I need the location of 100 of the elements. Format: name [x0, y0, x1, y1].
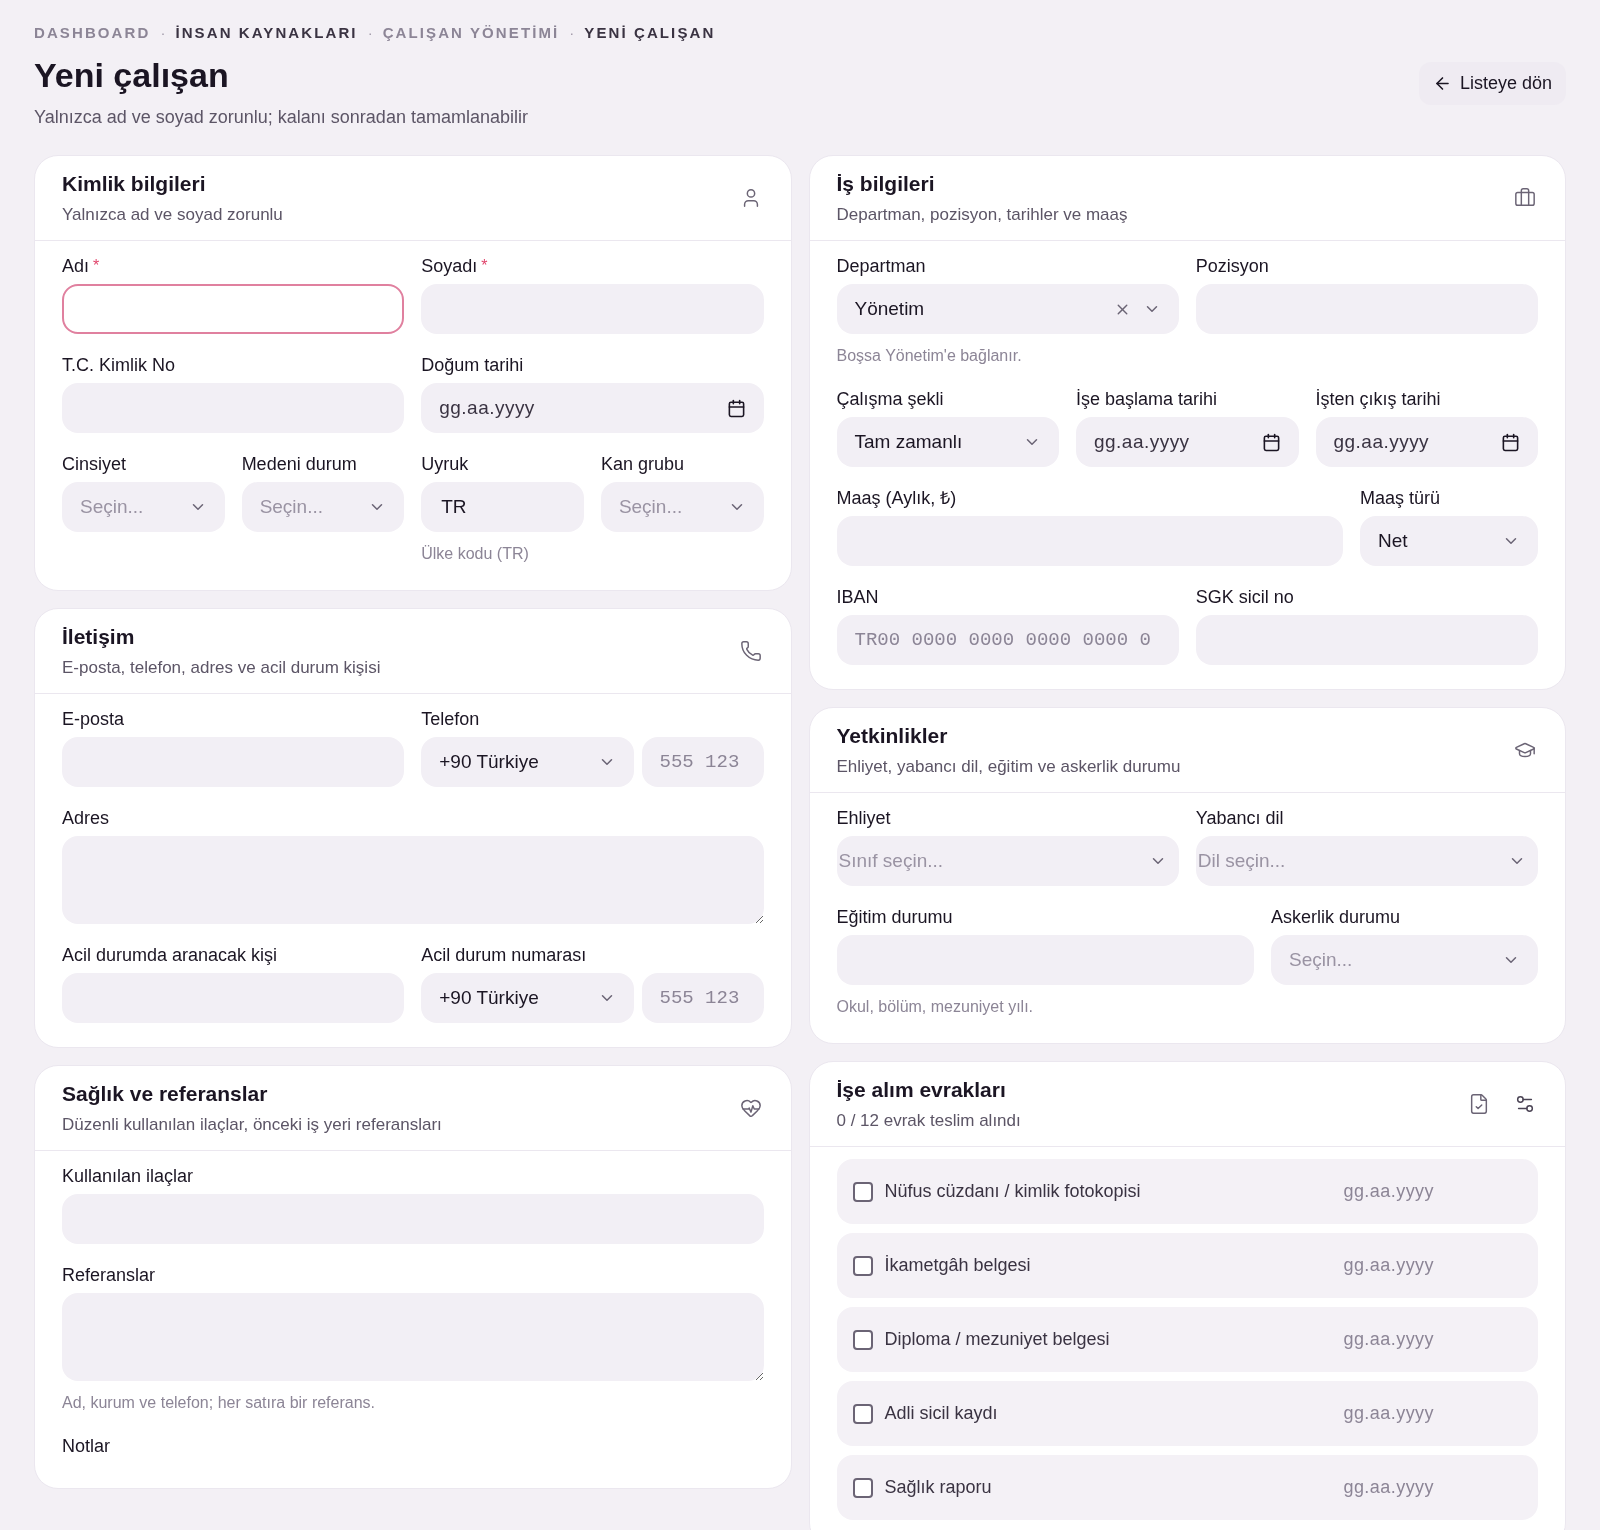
field-label: Departman [836, 254, 926, 278]
calendar-icon [1501, 432, 1520, 452]
field-label: Medeni durum [241, 452, 357, 476]
field-label: SGK sicil no [1195, 585, 1294, 609]
select-field[interactable]: Net [1360, 516, 1538, 566]
field-label: Çalışma şekli [836, 387, 944, 411]
select-field[interactable]: Seçin... [1271, 935, 1538, 985]
field-label: Adres [62, 806, 110, 830]
field-label: E-posta [62, 707, 125, 731]
breadcrumb-separator: · [160, 22, 166, 43]
calendar-icon [1261, 432, 1281, 452]
checkbox[interactable] [852, 1403, 873, 1424]
field-label: T.C. Kimlik No [62, 353, 175, 377]
select-field[interactable]: Tam zamanlı [836, 417, 1059, 467]
card-subtitle: Düzenli kullanılan ilaçlar, önceki iş yeri referansları [62, 1113, 442, 1136]
select-field[interactable]: Seçin... [62, 482, 225, 532]
select-field[interactable]: Sınıf seçin... [836, 836, 1179, 886]
select-field[interactable]: Dil seçin... [1195, 836, 1538, 886]
field-hint: Ülke kodu (TR) [421, 544, 530, 564]
page-subtitle: Yalnızca ad ve soyad zorunlu; kalanı sonradan tamamlanabilir [34, 106, 528, 129]
field-label: Soyadı [421, 254, 478, 278]
field-label: Maaş türü [1360, 486, 1441, 510]
field-label: Maaş (Aylık, ₺) [836, 486, 957, 510]
text-area[interactable] [62, 836, 764, 924]
date-placeholder: gg.aa.yyyy [1333, 429, 1430, 454]
field-label: İşten çıkış tarihi [1315, 387, 1441, 411]
breadcrumb-link[interactable]: ÇALIŞAN YÖNETİMİ [382, 21, 560, 45]
card-subtitle: Departman, pozisyon, tarihler ve maaş [836, 203, 1128, 226]
field-label: Kullanılan ilaçlar [62, 1164, 194, 1188]
field-label: Yabancı dil [1195, 806, 1284, 830]
document-label: Adli sicil kaydı [884, 1402, 999, 1425]
checkbox[interactable] [852, 1181, 873, 1202]
field-label: Eğitim durumu [836, 905, 953, 929]
card-subtitle: 0 / 12 evrak teslim alındı [836, 1109, 1021, 1132]
field-label: Cinsiyet [62, 452, 127, 476]
field-label: Askerlik durumu [1271, 905, 1401, 929]
breadcrumb-link[interactable]: DASHBOARD [34, 21, 151, 45]
file-check-icon [1468, 1092, 1490, 1115]
checkbox[interactable] [852, 1255, 873, 1276]
breadcrumb-link[interactable]: İNSAN KAYNAKLARI [175, 21, 358, 45]
select-field[interactable]: Yönetim [836, 284, 1179, 334]
field-hint: Okul, bölüm, mezuniyet yılı. [836, 997, 1034, 1017]
field-label: İşe başlama tarihi [1076, 387, 1218, 411]
required-mark: * [93, 256, 100, 276]
date-placeholder: gg.aa.yyyy [439, 395, 535, 420]
field-label: Acil durum numarası [421, 943, 587, 967]
card-title: İletişim [62, 624, 136, 650]
date-placeholder[interactable]: gg.aa.yyyy [1343, 1252, 1434, 1279]
date-placeholder[interactable]: gg.aa.yyyy [1343, 1474, 1434, 1501]
date-field[interactable]: gg.aa.yyyy [421, 383, 764, 433]
field-label: Pozisyon [1195, 254, 1269, 278]
checkbox[interactable] [852, 1477, 873, 1498]
field-hint: Boşsa Yönetim'e bağlanır. [836, 346, 1023, 366]
select-field[interactable]: Seçin... [600, 482, 764, 532]
field-label: Notlar [62, 1434, 110, 1458]
field-label: Uyruk [421, 452, 469, 476]
checkbox[interactable] [852, 1329, 873, 1350]
country-select[interactable]: +90 Türkiye [421, 737, 634, 787]
breadcrumb-separator: · [367, 22, 373, 43]
calendar-icon [726, 398, 746, 418]
text-area[interactable] [62, 1293, 764, 1381]
country-select[interactable]: +90 Türkiye [421, 973, 634, 1023]
date-placeholder[interactable]: gg.aa.yyyy [1343, 1400, 1434, 1427]
phone-field[interactable]: 555 123 [641, 737, 764, 787]
required-mark: * [481, 256, 488, 276]
date-placeholder: gg.aa.yyyy [1094, 429, 1190, 454]
date-placeholder[interactable]: gg.aa.yyyy [1343, 1178, 1434, 1205]
back-button[interactable]: Listeye dön [1418, 62, 1566, 105]
document-label: İkametgâh belgesi [884, 1254, 1032, 1277]
page-title: Yeni çalışan [34, 55, 230, 96]
date-placeholder[interactable]: gg.aa.yyyy [1343, 1326, 1434, 1353]
card-title: Kimlik bilgileri [62, 171, 207, 197]
phone-icon [739, 639, 762, 662]
breadcrumb-separator: · [569, 22, 575, 43]
date-field[interactable]: gg.aa.yyyy [1315, 417, 1538, 467]
card-title: Yetkinlikler [836, 723, 949, 749]
card-title: Sağlık ve referanslar [62, 1081, 269, 1107]
phone-field[interactable]: 555 123 [641, 973, 764, 1023]
text-field[interactable]: TR [421, 482, 584, 532]
iban-field[interactable]: TR00 0000 0000 0000 0000 0 [836, 615, 1179, 665]
field-label: Ehliyet [836, 806, 891, 830]
card-subtitle: E-posta, telefon, adres ve acil durum kişisi [62, 656, 381, 679]
briefcase-icon [1514, 186, 1536, 209]
date-field[interactable]: gg.aa.yyyy [1076, 417, 1299, 467]
field-label: Adı [62, 254, 90, 278]
breadcrumb-link[interactable]: YENİ ÇALIŞAN [584, 21, 716, 45]
document-label: Diploma / mezuniyet belgesi [884, 1328, 1111, 1351]
select-field[interactable]: Seçin... [241, 482, 405, 532]
field-label: IBAN [836, 585, 879, 609]
field-label: Doğum tarihi [421, 353, 524, 377]
field-hint: Ad, kurum ve telefon; her satıra bir referans. [62, 1393, 377, 1413]
card-subtitle: Yalnızca ad ve soyad zorunlu [62, 203, 283, 226]
field-label: Referanslar [62, 1263, 156, 1287]
field-label: Telefon [421, 707, 480, 731]
document-label: Nüfus cüzdanı / kimlik fotokopisi [884, 1180, 1142, 1203]
card-subtitle: Ehliyet, yabancı dil, eğitim ve askerlik durumu [836, 755, 1181, 778]
text-field[interactable] [62, 284, 405, 334]
card-title: İş bilgileri [836, 171, 936, 197]
card-title: İşe alım evrakları [836, 1077, 1007, 1103]
document-label: Sağlık raporu [884, 1476, 993, 1499]
